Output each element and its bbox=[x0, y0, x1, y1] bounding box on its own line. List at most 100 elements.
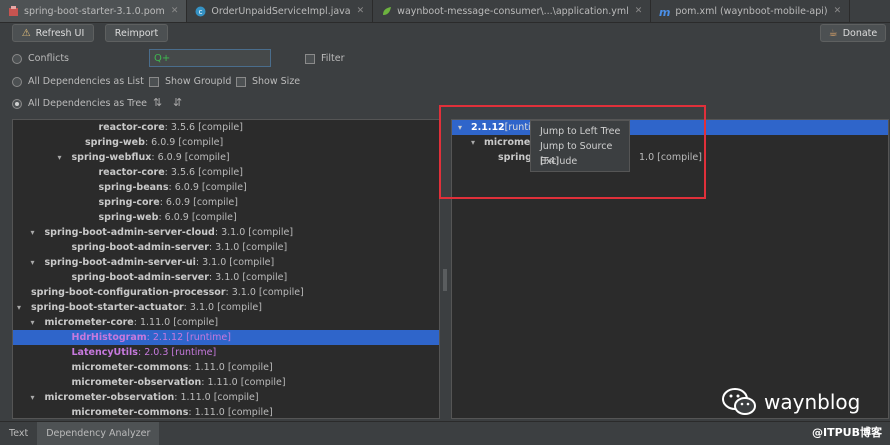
dependency-name: spring-web bbox=[98, 212, 159, 223]
tree-row[interactable]: ▾ micrometer-core : 1.11.0 [compile] bbox=[13, 315, 439, 330]
conflicts-radio[interactable] bbox=[12, 53, 22, 64]
close-icon[interactable]: ✕ bbox=[357, 6, 365, 16]
tree-row[interactable]: spring-boot-admin-server : 3.1.0 [compil… bbox=[13, 270, 439, 285]
chevron-down-icon[interactable]: ▾ bbox=[17, 303, 27, 312]
tree-row[interactable]: spring-beans : 6.0.9 [compile] bbox=[13, 180, 439, 195]
tree-row[interactable]: ▾ micrometer-observation : 1.11.0 [compil… bbox=[13, 390, 439, 405]
close-icon[interactable]: ✕ bbox=[834, 6, 842, 16]
all-deps-tree-radio[interactable] bbox=[12, 98, 22, 109]
chevron-down-icon[interactable]: ▾ bbox=[31, 228, 41, 237]
donate-label: Donate bbox=[842, 27, 878, 39]
tree-row[interactable]: reactor-core : 3.5.6 [compile] bbox=[13, 165, 439, 180]
left-dependency-tree[interactable]: reactor-core : 3.5.6 [compile] spring-web… bbox=[12, 119, 440, 419]
conflicts-option[interactable]: Conflicts bbox=[12, 53, 69, 64]
expand-all-icon[interactable]: ⇅ bbox=[153, 96, 162, 109]
tree-row[interactable]: ▾ spring-webflux : 6.0.9 [compile] bbox=[13, 150, 439, 165]
reimport-label: Reimport bbox=[114, 27, 159, 39]
dependency-name: spring-core bbox=[98, 197, 160, 208]
show-groupid-option[interactable]: Show GroupId bbox=[149, 76, 231, 87]
dependency-version: : 3.1.0 [compile] bbox=[183, 302, 262, 313]
warning-icon: ⚠ bbox=[21, 27, 31, 39]
tree-row[interactable]: ▾ spring-boot-admin-server-ui : 3.1.0 [co… bbox=[13, 255, 439, 270]
filter-label: Filter bbox=[321, 53, 345, 64]
filter-checkbox[interactable] bbox=[305, 53, 315, 64]
tree-row[interactable]: spring-web : 6.0.9 [compile] bbox=[13, 135, 439, 150]
splitter-grip[interactable] bbox=[443, 269, 447, 291]
tree-row[interactable]: micrometer-commons : 1.11.0 [compile] bbox=[13, 405, 439, 418]
tree-row[interactable]: ▾ spring-boot-admin-server-cloud : 3.1.0 … bbox=[13, 225, 439, 240]
svg-text:c: c bbox=[199, 8, 203, 16]
dependency-name: spring-boot-admin-server-ui bbox=[44, 257, 196, 268]
tree-row[interactable]: LatencyUtils : 2.0.3 [runtime] bbox=[13, 345, 439, 360]
collapse-all-icon[interactable]: ⇵ bbox=[173, 96, 182, 109]
dependency-version: : 3.1.0 [compile] bbox=[225, 287, 304, 298]
search-icon: Q+ bbox=[154, 52, 171, 64]
tab-pom-xml-mobile-api[interactable]: m pom.xml (waynboot-mobile-api) ✕ bbox=[651, 0, 851, 22]
dependency-version: : 6.0.9 [compile] bbox=[151, 152, 230, 163]
dependency-version: : 2.0.3 [runtime] bbox=[137, 347, 217, 358]
dependency-version: : 1.11.0 [compile] bbox=[188, 407, 273, 418]
dependency-name: spring-webflux bbox=[71, 152, 152, 163]
reimport-button[interactable]: Reimport bbox=[105, 24, 168, 42]
watermark-text: waynblog bbox=[764, 390, 861, 414]
dependency-name: spring-boot-configuration-processor bbox=[31, 287, 226, 298]
all-deps-tree-option[interactable]: All Dependencies as Tree bbox=[12, 98, 147, 109]
show-size-checkbox[interactable] bbox=[236, 76, 246, 87]
dependency-version: : 3.1.0 [compile] bbox=[208, 272, 288, 283]
donate-button[interactable]: ☕ Donate bbox=[820, 24, 886, 42]
chevron-down-icon[interactable]: ▾ bbox=[58, 153, 68, 162]
all-deps-list-radio[interactable] bbox=[12, 76, 22, 87]
svg-text:m: m bbox=[659, 6, 670, 17]
dependency-name: reactor-core bbox=[98, 122, 165, 133]
chevron-down-icon[interactable]: ▾ bbox=[31, 393, 41, 402]
tree-row[interactable]: reactor-core : 3.5.6 [compile] bbox=[13, 120, 439, 135]
maven-m-icon: m bbox=[659, 6, 670, 19]
tree-row[interactable]: ▾ spring-boot-starter-actuator : 3.1.0 [c… bbox=[13, 300, 439, 315]
tab-spring-boot-starter-pom[interactable]: spring-boot-starter-3.1.0.pom ✕ bbox=[0, 0, 188, 22]
dependency-version: : 1.11.0 [compile] bbox=[201, 377, 286, 388]
tab-order-unpaid-service-impl[interactable]: c OrderUnpaidServiceImpl.java ✕ bbox=[187, 0, 374, 22]
dependency-name: micrometer-observation bbox=[71, 377, 202, 388]
dependency-name: spring-web bbox=[85, 137, 145, 148]
tab-application-yml[interactable]: waynboot-message-consumer\...\applicatio… bbox=[373, 0, 652, 22]
chevron-down-icon[interactable]: ▾ bbox=[31, 258, 41, 267]
bottom-tab-bar: Text Dependency Analyzer bbox=[0, 421, 890, 445]
refresh-ui-button[interactable]: ⚠ Refresh UI bbox=[12, 24, 94, 42]
all-deps-list-option[interactable]: All Dependencies as List bbox=[12, 76, 144, 87]
tree-row[interactable]: micrometer-observation : 1.11.0 [compile… bbox=[13, 375, 439, 390]
tab-text[interactable]: Text bbox=[0, 422, 37, 445]
annotation-highlight-box bbox=[439, 105, 706, 199]
dependency-name: micrometer-core bbox=[44, 317, 134, 328]
tab-dependency-analyzer[interactable]: Dependency Analyzer bbox=[37, 422, 160, 445]
dependency-version: : 3.1.0 [compile] bbox=[214, 227, 294, 238]
show-groupid-checkbox[interactable] bbox=[149, 76, 159, 87]
show-size-option[interactable]: Show Size bbox=[236, 76, 300, 87]
tab-label: OrderUnpaidServiceImpl.java bbox=[211, 5, 351, 17]
search-input[interactable]: Q+ bbox=[149, 49, 271, 67]
dependency-version: : 3.5.6 [compile] bbox=[164, 122, 243, 133]
chevron-down-icon[interactable]: ▾ bbox=[31, 318, 41, 327]
filter-option[interactable]: Filter bbox=[305, 53, 345, 64]
refresh-ui-label: Refresh UI bbox=[35, 27, 85, 39]
close-icon[interactable]: ✕ bbox=[171, 6, 179, 16]
dependency-name: spring-boot-admin-server-cloud bbox=[44, 227, 215, 238]
dependency-version: : 1.11.0 [compile] bbox=[188, 362, 273, 373]
tree-row[interactable]: spring-core : 6.0.9 [compile] bbox=[13, 195, 439, 210]
close-icon[interactable]: ✕ bbox=[635, 6, 643, 16]
tree-row[interactable]: spring-boot-admin-server : 3.1.0 [compil… bbox=[13, 240, 439, 255]
dependency-name: HdrHistogram bbox=[71, 332, 147, 343]
tree-row[interactable]: HdrHistogram : 2.1.12 [runtime] bbox=[13, 330, 439, 345]
dependency-version: : 1.11.0 [compile] bbox=[174, 392, 259, 403]
tree-row[interactable]: spring-web : 6.0.9 [compile] bbox=[13, 210, 439, 225]
dependency-version: : 6.0.9 [compile] bbox=[158, 212, 237, 223]
dependency-name: spring-boot-admin-server bbox=[71, 272, 209, 283]
java-class-icon: c bbox=[195, 6, 206, 17]
dependency-version: : 2.1.12 [runtime] bbox=[146, 332, 231, 343]
tab-label: waynboot-message-consumer\...\applicatio… bbox=[397, 5, 629, 17]
tree-row[interactable]: micrometer-commons : 1.11.0 [compile] bbox=[13, 360, 439, 375]
conflicts-label: Conflicts bbox=[28, 53, 69, 64]
all-deps-tree-label: All Dependencies as Tree bbox=[28, 98, 148, 109]
maven-icon bbox=[8, 5, 19, 17]
tree-row[interactable]: spring-boot-configuration-processor : 3.… bbox=[13, 285, 439, 300]
dependency-version: : 3.1.0 [compile] bbox=[195, 257, 275, 268]
